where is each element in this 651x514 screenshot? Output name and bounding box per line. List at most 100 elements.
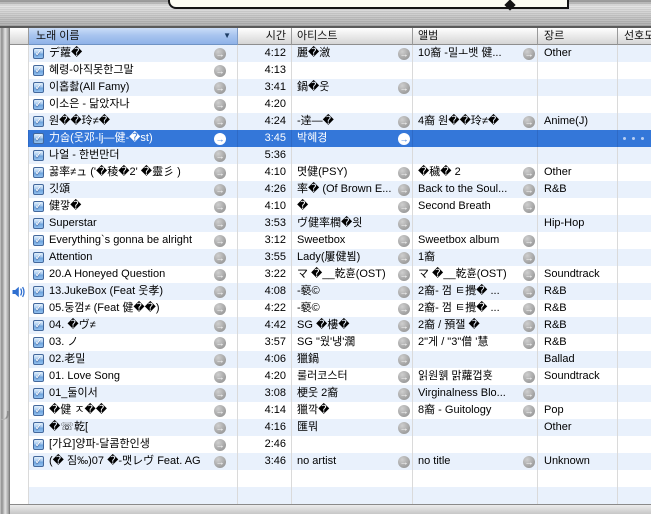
album-nav-arrow-icon[interactable]: →	[523, 252, 535, 264]
album-cell[interactable]: 1裔→	[413, 249, 538, 266]
artist-nav-arrow-icon[interactable]: →	[398, 82, 410, 94]
album-nav-arrow-icon[interactable]: →	[523, 184, 535, 196]
artist-nav-arrow-icon[interactable]: →	[398, 269, 410, 281]
album-cell[interactable]: �穢� 2→	[413, 164, 538, 181]
rating-dots[interactable]	[618, 137, 644, 140]
song-row[interactable]: ✓(� 짐‰)07 �-맷レヴ Feat. AG→3:46no artist→n…	[10, 453, 651, 470]
song-nav-arrow-icon[interactable]: →	[214, 82, 226, 94]
artist-nav-arrow-icon[interactable]: →	[398, 388, 410, 400]
song-checkbox[interactable]: ✓	[33, 167, 44, 178]
album-cell[interactable]: 4裔 원��玲≠�→	[413, 113, 538, 130]
song-name-cell[interactable]: ✓01. Love Song→	[29, 368, 238, 385]
album-cell[interactable]: 읽원웱 맑蘿껍횻→	[413, 368, 538, 385]
song-checkbox[interactable]: ✓	[33, 286, 44, 297]
artist-cell[interactable]: 獵鍋→	[292, 351, 413, 368]
song-name-cell[interactable]: ✓05.둥껌≠ (Feat 健��)→	[29, 300, 238, 317]
artist-nav-arrow-icon[interactable]: →	[398, 167, 410, 179]
artist-cell[interactable]: 鍋�웃→	[292, 79, 413, 96]
song-row[interactable]: ✓이홉촳(All Famy)→3:41鍋�웃→	[10, 79, 651, 96]
song-nav-arrow-icon[interactable]: →	[214, 99, 226, 111]
album-nav-arrow-icon[interactable]: →	[523, 388, 535, 400]
song-nav-arrow-icon[interactable]: →	[214, 235, 226, 247]
song-checkbox[interactable]: ✓	[33, 48, 44, 59]
song-checkbox[interactable]: ✓	[33, 82, 44, 93]
artist-nav-arrow-icon[interactable]: →	[398, 235, 410, 247]
song-name-cell[interactable]: ✓20.A Honeyed Question→	[29, 266, 238, 283]
song-nav-arrow-icon[interactable]: →	[214, 371, 226, 383]
song-nav-arrow-icon[interactable]: →	[214, 405, 226, 417]
artist-nav-arrow-icon[interactable]: →	[398, 405, 410, 417]
song-row[interactable]: ✓�健 ㅈ��→4:14獵깍�→8裔 - Guitology→Pop	[10, 402, 651, 419]
song-checkbox[interactable]: ✓	[33, 99, 44, 110]
column-header-album[interactable]: 앨범	[413, 28, 538, 45]
artist-cell[interactable]: マ �__乾휸(OST)→	[292, 266, 413, 283]
song-name-cell[interactable]: ✓(� 짐‰)07 �-맷レヴ Feat. AG→	[29, 453, 238, 470]
song-nav-arrow-icon[interactable]: →	[214, 218, 226, 230]
song-row[interactable]: ✓13.JukeBox (Feat 웃孝)→4:08-褻©→2裔- 껌 ㅌ攪� …	[10, 283, 651, 300]
song-nav-arrow-icon[interactable]: →	[214, 48, 226, 60]
song-checkbox[interactable]: ✓	[33, 150, 44, 161]
artist-cell[interactable]: 박혜경→	[292, 130, 413, 147]
column-header-rating[interactable]: 선호도	[618, 28, 651, 45]
album-nav-arrow-icon[interactable]: →	[523, 201, 535, 213]
song-checkbox[interactable]: ✓	[33, 388, 44, 399]
column-header-artist[interactable]: 아티스트	[292, 28, 413, 45]
song-nav-arrow-icon[interactable]: →	[214, 150, 226, 162]
song-name-cell[interactable]: ✓꿇率≠ュ ('�稜�2' �靈彡 )→	[29, 164, 238, 181]
artist-nav-arrow-icon[interactable]: →	[398, 48, 410, 60]
song-name-cell[interactable]: ✓Superstar→	[29, 215, 238, 232]
artist-cell[interactable]: 匯뭐→	[292, 419, 413, 436]
song-row[interactable]: ✓원��玲≠�→4:24-逹—�→4裔 원��玲≠�→Anime(J)	[10, 113, 651, 130]
album-nav-arrow-icon[interactable]: →	[523, 371, 535, 383]
album-cell[interactable]: 2裔 / 預잴 �→	[413, 317, 538, 334]
song-checkbox[interactable]: ✓	[33, 133, 44, 144]
artist-nav-arrow-icon[interactable]: →	[398, 184, 410, 196]
song-row[interactable]: ✓01. Love Song→4:20룰러코스터→읽원웱 맑蘿껍횻→Soundt…	[10, 368, 651, 385]
album-cell[interactable]: Sweetbox album→	[413, 232, 538, 249]
song-checkbox[interactable]: ✓	[33, 405, 44, 416]
artist-nav-arrow-icon[interactable]: →	[398, 218, 410, 230]
artist-cell[interactable]: �→	[292, 198, 413, 215]
song-nav-arrow-icon[interactable]: →	[214, 269, 226, 281]
song-checkbox[interactable]: ✓	[33, 371, 44, 382]
song-checkbox[interactable]: ✓	[33, 201, 44, 212]
song-name-cell[interactable]: ✓혜령-아직못한그말→	[29, 62, 238, 79]
artist-cell[interactable]: SG �樓�→	[292, 317, 413, 334]
song-row[interactable]: ✓�☏乾[→4:16匯뭐→Other	[10, 419, 651, 436]
artist-cell[interactable]: 獵깍�→	[292, 402, 413, 419]
artist-cell[interactable]: SG "웠'냉'濶→	[292, 334, 413, 351]
song-checkbox[interactable]: ✓	[33, 337, 44, 348]
album-cell[interactable]: 2裔- 껌 ㅌ攪� ...→	[413, 300, 538, 317]
artist-cell[interactable]: 麗�漵→	[292, 45, 413, 62]
song-nav-arrow-icon[interactable]: →	[214, 65, 226, 77]
column-header-song-name[interactable]: 노래 이름 ▼	[29, 28, 238, 45]
artist-cell[interactable]: Lady(屢健뵘)→	[292, 249, 413, 266]
artist-nav-arrow-icon[interactable]: →	[398, 133, 410, 145]
song-nav-arrow-icon[interactable]: →	[214, 337, 226, 349]
album-cell[interactable]: Back to the Soul...→	[413, 181, 538, 198]
artist-cell[interactable]: Sweetbox→	[292, 232, 413, 249]
song-row[interactable]: ✓04. �ヴ≠→4:42SG �樓�→2裔 / 預잴 �→R&B	[10, 317, 651, 334]
song-row[interactable]: ✓꿇率≠ュ ('�稜�2' �靈彡 )→4:10몃健(PSY)→�穢� 2→Ot…	[10, 164, 651, 181]
album-nav-arrow-icon[interactable]: →	[523, 269, 535, 281]
song-name-cell[interactable]: ✓나얼 - 한번만더→	[29, 147, 238, 164]
artist-nav-arrow-icon[interactable]: →	[398, 371, 410, 383]
song-checkbox[interactable]: ✓	[33, 116, 44, 127]
song-name-cell[interactable]: ✓力숩(웃邓-lj—健-�st)→	[29, 130, 238, 147]
song-checkbox[interactable]: ✓	[33, 252, 44, 263]
song-name-cell[interactable]: ✓04. �ヴ≠→	[29, 317, 238, 334]
song-row[interactable]: ✓01_둘이서→3:08梗웃 2裔→Virginalness Blo...→	[10, 385, 651, 402]
column-header-playing[interactable]	[10, 28, 29, 45]
song-name-cell[interactable]: ✓03. ノ→	[29, 334, 238, 351]
song-name-cell[interactable]: ✓13.JukeBox (Feat 웃孝)→	[29, 283, 238, 300]
album-nav-arrow-icon[interactable]: →	[523, 167, 535, 179]
artist-cell[interactable]: 룰러코스터→	[292, 368, 413, 385]
song-nav-arrow-icon[interactable]: →	[214, 167, 226, 179]
column-header-time[interactable]: 시간	[238, 28, 292, 45]
song-checkbox[interactable]: ✓	[33, 65, 44, 76]
song-nav-arrow-icon[interactable]: →	[214, 201, 226, 213]
artist-cell[interactable]: -逹—�→	[292, 113, 413, 130]
song-checkbox[interactable]: ✓	[33, 439, 44, 450]
song-nav-arrow-icon[interactable]: →	[214, 320, 226, 332]
song-name-cell[interactable]: ✓원��玲≠�→	[29, 113, 238, 130]
